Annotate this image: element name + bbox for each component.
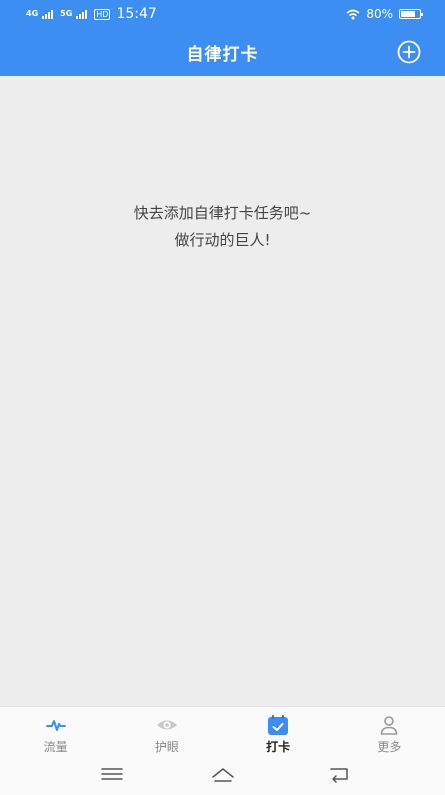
- tab-checkin[interactable]: 打卡: [223, 707, 334, 756]
- status-bar: 4G 5G HD 15:47 80%: [0, 0, 445, 28]
- hd-badge: HD: [94, 8, 111, 20]
- signal-bars-icon: [42, 9, 54, 19]
- tab-label: 更多: [377, 740, 402, 754]
- eye-icon: [156, 720, 177, 730]
- tab-traffic[interactable]: 流量: [0, 707, 111, 756]
- calendar-check-icon: [268, 715, 289, 735]
- wifi-icon: [346, 9, 360, 19]
- pulse-icon: [45, 720, 66, 731]
- signal-bars-icon: [76, 9, 88, 19]
- signal-5g-label: 5G: [60, 9, 73, 18]
- tab-label: 流量: [43, 740, 68, 754]
- empty-message-line2: 做行动的巨人!: [174, 231, 271, 249]
- app-header: 自律打卡: [0, 28, 445, 76]
- page-title: 自律打卡: [186, 45, 259, 65]
- menu-icon[interactable]: [100, 764, 124, 784]
- battery-icon: [399, 9, 423, 19]
- empty-message-line1: 快去添加自律打卡任务吧~: [133, 204, 312, 222]
- tab-eye-care[interactable]: 护眼: [111, 707, 222, 756]
- plus-circle-icon[interactable]: [397, 40, 421, 64]
- status-left: 4G 5G HD 15:47: [26, 6, 157, 22]
- signal-4g-label: 4G: [26, 9, 39, 18]
- system-nav-bar: [0, 756, 445, 795]
- back-icon[interactable]: [327, 764, 351, 784]
- status-right: 80%: [346, 7, 423, 21]
- home-icon[interactable]: [211, 764, 235, 784]
- battery-fill: [401, 11, 416, 17]
- person-icon: [381, 716, 398, 735]
- battery-percent: 80%: [366, 7, 393, 21]
- tab-label: 护眼: [154, 740, 179, 754]
- tab-more[interactable]: 更多: [334, 707, 445, 756]
- bottom-tab-bar: 流量 护眼 打卡 更多: [0, 706, 445, 756]
- tab-label: 打卡: [266, 740, 291, 754]
- status-time: 15:47: [116, 6, 157, 22]
